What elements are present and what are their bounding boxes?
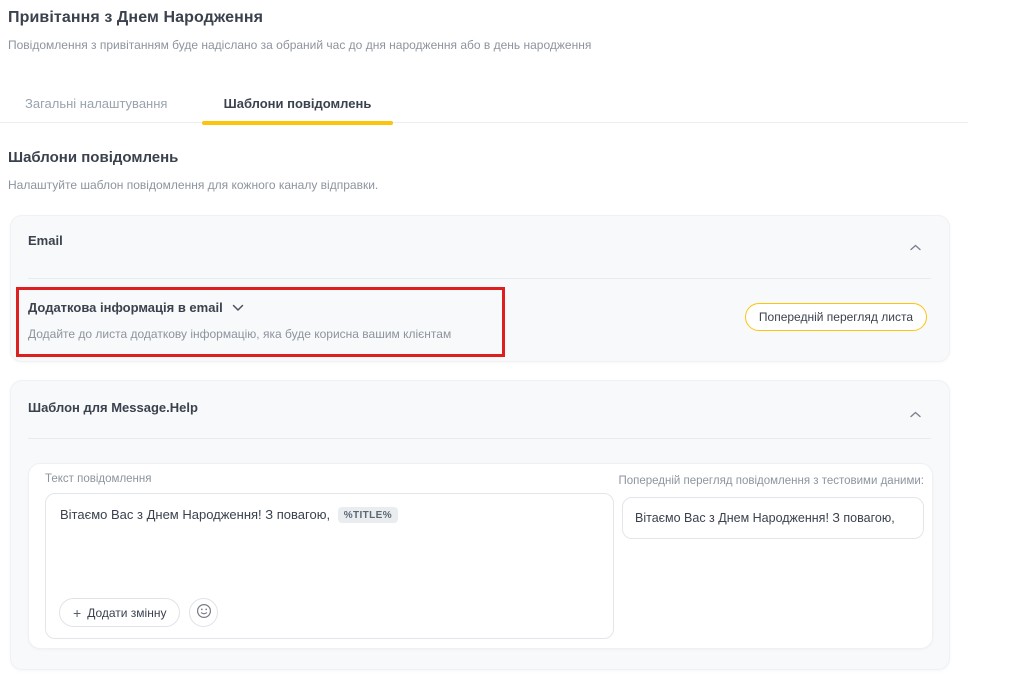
tab-general-settings-label: Загальні налаштування xyxy=(25,96,167,111)
message-text-label: Текст повідомлення xyxy=(45,473,151,485)
message-preview-text: Вітаємо Вас з Днем Народження! З повагою… xyxy=(623,498,923,538)
preview-letter-button[interactable]: Попередній перегляд листа xyxy=(745,303,927,331)
divider xyxy=(28,438,931,439)
plus-icon: + xyxy=(73,606,81,620)
smiley-icon xyxy=(196,603,212,622)
emoji-picker-button[interactable] xyxy=(189,598,218,627)
message-preview-box: Вітаємо Вас з Днем Народження! З повагою… xyxy=(622,497,924,539)
tab-general-settings[interactable]: Загальні налаштування xyxy=(25,84,167,123)
preview-label: Попередній перегляд повідомлення з тесто… xyxy=(594,475,924,487)
page-subtitle: Повідомлення з привітанням буде надіслан… xyxy=(8,38,591,52)
email-card: Email Додаткова інформація в email Додай… xyxy=(10,215,950,362)
settings-page: Привітання з Днем Народження Повідомленн… xyxy=(0,0,1024,697)
email-extra-info-toggle[interactable]: Додаткова інформація в email xyxy=(28,300,244,315)
editor-toolbar: + Додати змінну xyxy=(59,598,218,627)
message-text: Вітаємо Вас з Днем Народження! З повагою… xyxy=(60,507,330,522)
add-variable-button[interactable]: + Додати змінну xyxy=(59,598,180,627)
message-text-line: Вітаємо Вас з Днем Народження! З повагою… xyxy=(60,507,603,523)
template-editor-panel: Текст повідомлення Вітаємо Вас з Днем На… xyxy=(28,463,933,649)
tab-bar: Загальні налаштування Шаблони повідомлен… xyxy=(0,84,968,123)
page-title: Привітання з Днем Народження xyxy=(8,9,263,27)
template-card-title[interactable]: Шаблон для Message.Help xyxy=(28,400,198,415)
email-card-title[interactable]: Email xyxy=(28,233,63,248)
active-tab-underline xyxy=(202,121,393,125)
chevron-up-icon[interactable] xyxy=(910,238,921,256)
divider xyxy=(28,278,931,279)
message-text-editor[interactable]: Вітаємо Вас з Днем Народження! З повагою… xyxy=(45,493,614,639)
email-extra-info-title: Додаткова інформація в email xyxy=(28,300,223,315)
message-help-template-card: Шаблон для Message.Help Текст повідомлен… xyxy=(10,380,950,670)
chevron-down-icon xyxy=(232,300,244,315)
tab-message-templates-label: Шаблони повідомлень xyxy=(224,96,372,111)
chevron-up-icon[interactable] xyxy=(910,405,921,423)
add-variable-label: Додати змінну xyxy=(87,606,166,620)
variable-chip-title[interactable]: %TITLE% xyxy=(338,507,398,523)
section-title: Шаблони повідомлень xyxy=(8,149,178,166)
email-extra-info-description: Додайте до листа додаткову інформацію, я… xyxy=(28,327,451,341)
tab-message-templates[interactable]: Шаблони повідомлень xyxy=(202,84,393,123)
section-description: Налаштуйте шаблон повідомлення для кожно… xyxy=(8,178,378,192)
